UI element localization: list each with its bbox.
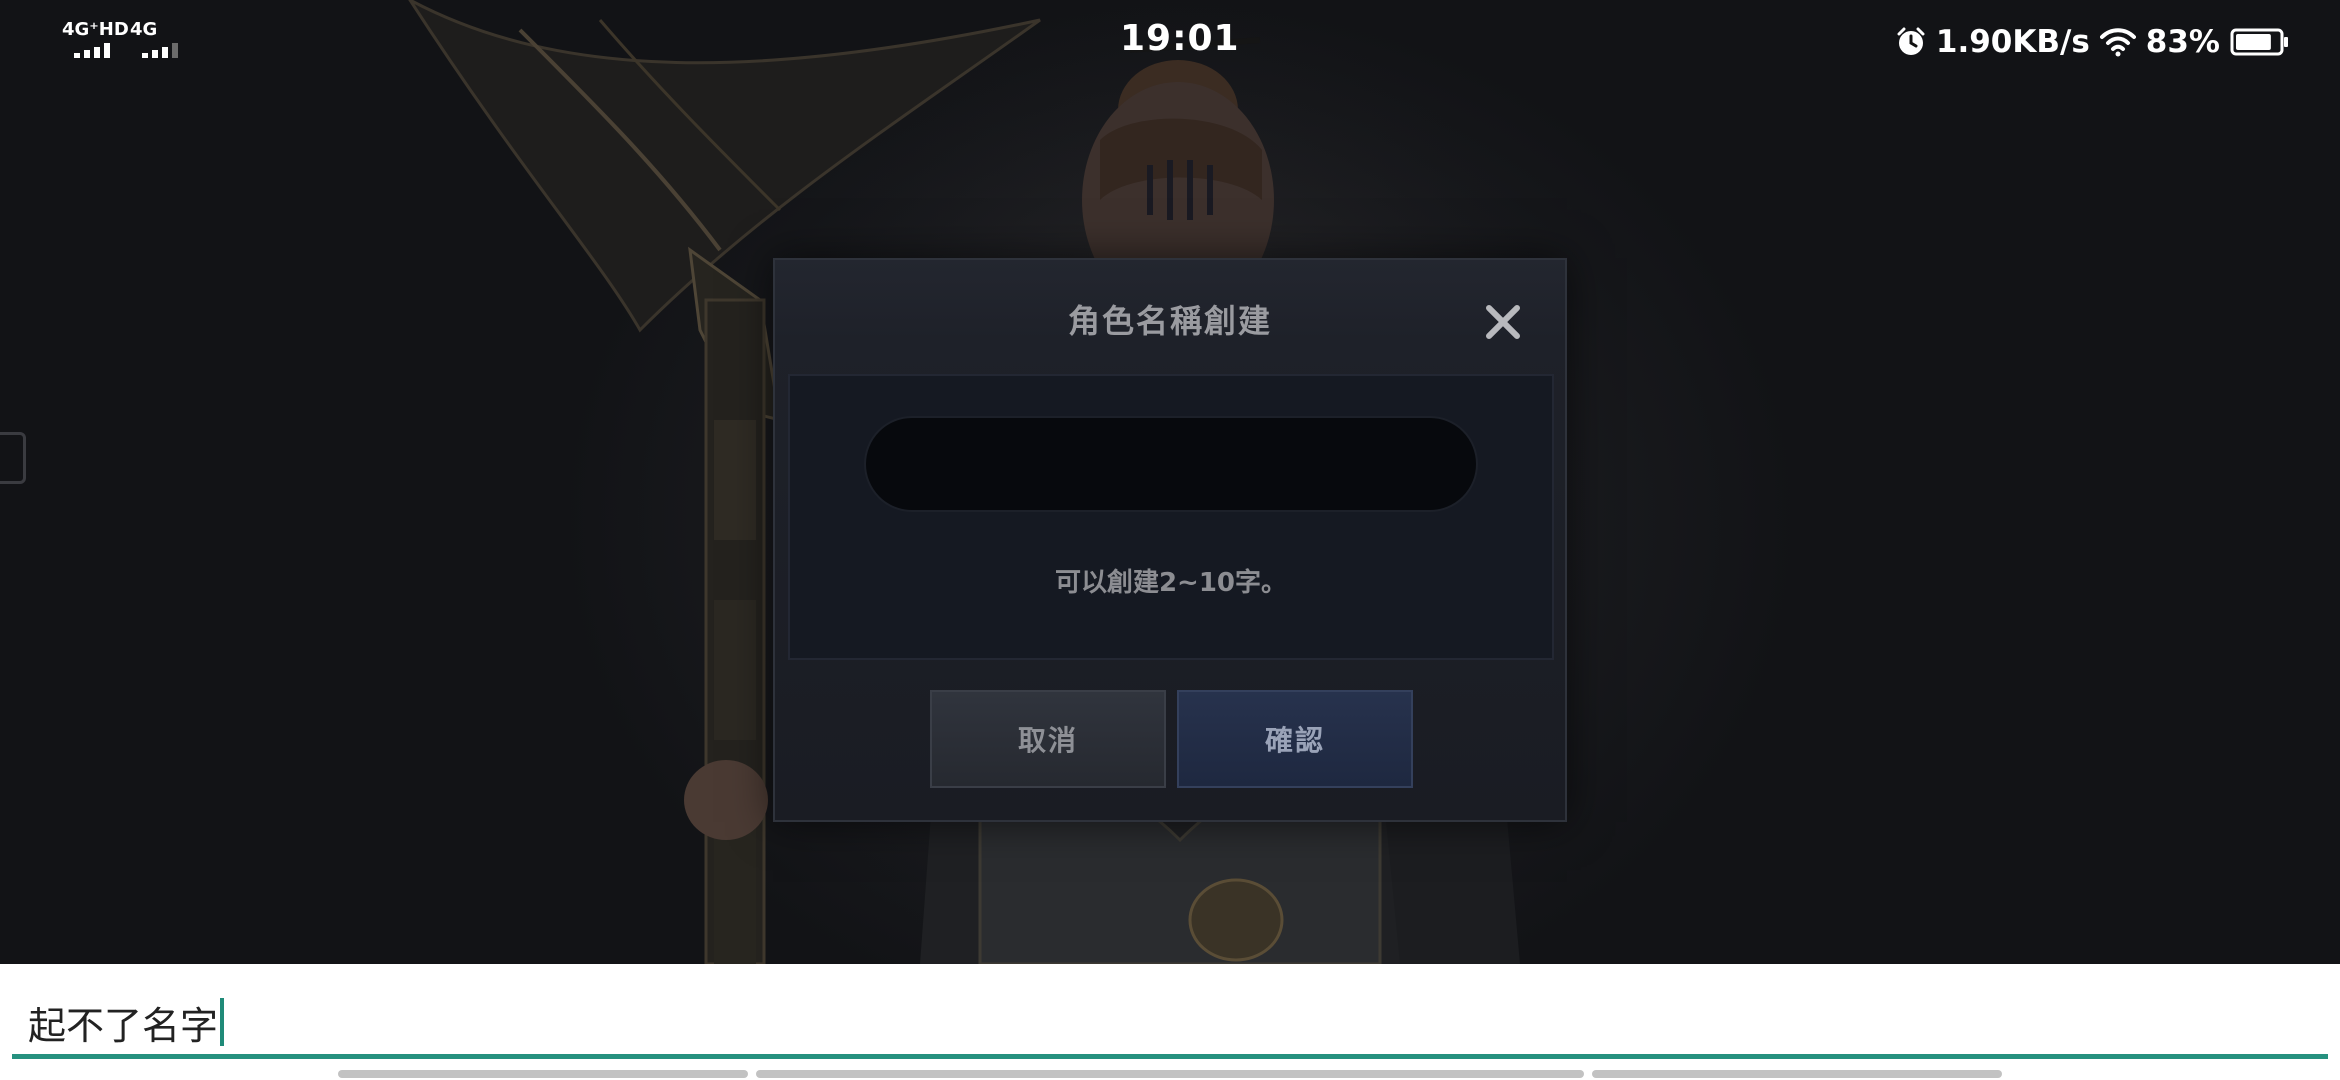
status-right-group: 1.90KB/s 83% — [1896, 20, 2290, 64]
scrollbar-segment — [1592, 1070, 2002, 1078]
ime-input-bar[interactable]: 起不了名字 — [0, 964, 2340, 1080]
dialog-body: 可以創建2~10字。 — [788, 374, 1554, 660]
sim2-network-label: 4G — [130, 19, 158, 40]
signal-icon — [142, 42, 178, 58]
network-speed: 1.90KB/s — [1935, 24, 2090, 60]
confirm-button[interactable]: 確認 — [1177, 690, 1413, 788]
sim1-signal: 4G⁺HD — [62, 20, 138, 64]
alarm-icon — [1896, 27, 1926, 57]
dialog-title: 角色名稱創建 — [1067, 302, 1272, 340]
close-button[interactable] — [1477, 296, 1529, 348]
signal-icon — [74, 42, 110, 58]
cancel-button[interactable]: 取消 — [930, 690, 1166, 788]
edge-handle[interactable] — [0, 432, 26, 484]
character-name-input[interactable] — [864, 416, 1478, 512]
scrollbar-segment — [756, 1070, 1584, 1078]
ime-input-text[interactable]: 起不了名字 — [28, 995, 218, 1050]
wifi-icon — [2099, 27, 2136, 57]
screen: 4G⁺HD 4G 19:01 1.90KB/s 83% 角色名稱創建 可以創建2… — [0, 0, 2340, 1080]
name-length-hint: 可以創建2~10字。 — [1054, 568, 1288, 598]
ime-text-row[interactable]: 起不了名字 — [28, 994, 225, 1050]
scrollbar-segment — [338, 1070, 748, 1078]
battery-icon — [2230, 27, 2290, 57]
ime-underline — [12, 1054, 2328, 1059]
name-creation-dialog: 角色名稱創建 可以創建2~10字。 取消 確認 — [773, 258, 1567, 822]
battery-percent: 83% — [2145, 24, 2220, 60]
sim1-network-label: 4G⁺HD — [62, 19, 129, 40]
close-icon — [1486, 305, 1520, 339]
status-bar: 4G⁺HD 4G 19:01 1.90KB/s 83% — [0, 0, 2340, 84]
text-caret — [220, 998, 225, 1046]
sim2-signal: 4G — [130, 20, 206, 64]
status-clock: 19:01 — [1120, 18, 1240, 59]
